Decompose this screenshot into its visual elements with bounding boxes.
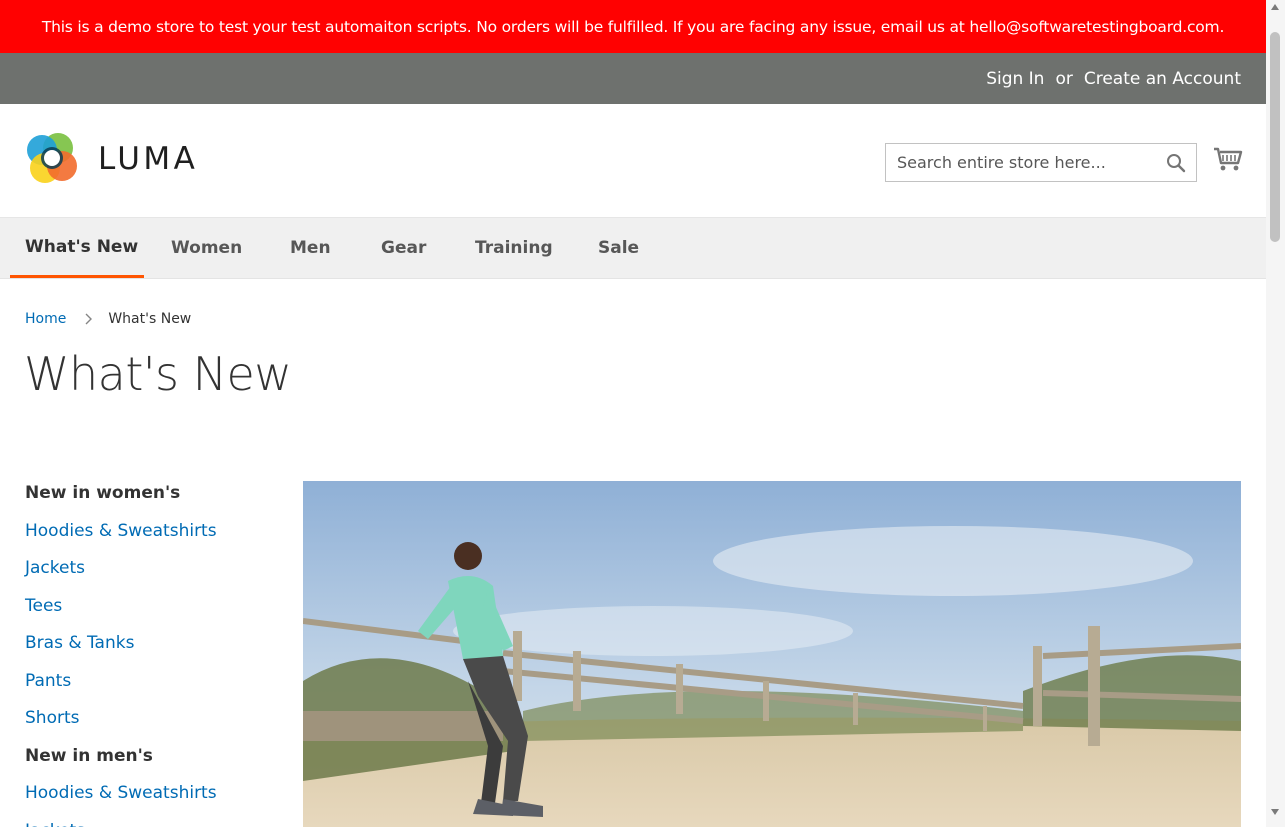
breadcrumb: Home What's New	[25, 311, 191, 327]
search-box	[885, 143, 1197, 182]
demo-store-banner: This is a demo store to test your test a…	[0, 0, 1266, 53]
page-title: What's New	[24, 347, 292, 401]
womens-heading: New in women's	[25, 483, 181, 503]
sidebar-link-women-jackets[interactable]: Jackets	[25, 555, 285, 593]
nav-item-label: Training	[475, 238, 553, 258]
sidebar-link-men-jackets[interactable]: Jackets	[25, 818, 285, 827]
luma-logo[interactable]: LUMA	[25, 131, 198, 186]
sidebar-link-women-hoodies[interactable]: Hoodies & Sweatshirts	[25, 518, 285, 556]
main-navigation: What's New Women Men Gear Training Sale	[0, 217, 1266, 279]
nav-item-sale[interactable]: Sale	[598, 218, 639, 278]
logo-text: LUMA	[98, 140, 199, 177]
search-icon[interactable]	[1166, 153, 1186, 173]
site-header: LUMA	[0, 104, 1266, 217]
sidebar-link-women-shorts[interactable]: Shorts	[25, 705, 285, 743]
nav-item-whats-new[interactable]: What's New	[10, 218, 144, 278]
cart-icon[interactable]	[1213, 144, 1243, 174]
sidebar-categories: New in women's Hoodies & Sweatshirts Jac…	[25, 480, 285, 827]
create-account-link[interactable]: Create an Account	[1084, 69, 1241, 89]
sidebar-link-women-pants[interactable]: Pants	[25, 668, 285, 706]
nav-item-label: Women	[171, 238, 243, 258]
scroll-up-icon[interactable]	[1271, 4, 1279, 10]
search-input[interactable]	[886, 144, 1151, 181]
nav-item-training[interactable]: Training	[475, 218, 553, 278]
sidebar-link-women-tees[interactable]: Tees	[25, 593, 285, 631]
luma-logo-icon	[27, 133, 77, 183]
sidebar-link-men-hoodies[interactable]: Hoodies & Sweatshirts	[25, 780, 285, 818]
account-links: Sign In or Create an Account	[986, 53, 1241, 104]
sign-in-link[interactable]: Sign In	[986, 69, 1044, 89]
demo-banner-text: This is a demo store to test your test a…	[41, 17, 1225, 36]
panel-header: Sign In or Create an Account	[0, 53, 1266, 104]
nav-item-label: What's New	[25, 236, 139, 257]
sidebar-link-women-bras-tanks[interactable]: Bras & Tanks	[25, 630, 285, 668]
nav-item-men[interactable]: Men	[290, 218, 331, 278]
chevron-right-icon	[85, 313, 93, 325]
scrollbar-thumb[interactable]	[1270, 32, 1280, 242]
nav-item-label: Men	[290, 238, 331, 258]
or-separator: or	[1055, 68, 1073, 89]
breadcrumb-home-link[interactable]: Home	[25, 311, 66, 327]
nav-item-label: Sale	[598, 238, 640, 258]
nav-item-women[interactable]: Women	[171, 218, 242, 278]
beach-fence-photo	[303, 481, 1241, 827]
page-scrollbar[interactable]	[1266, 0, 1285, 827]
nav-item-gear[interactable]: Gear	[381, 218, 426, 278]
hero-banner-image[interactable]	[303, 481, 1241, 827]
scroll-down-icon[interactable]	[1271, 809, 1279, 815]
nav-item-label: Gear	[381, 238, 427, 258]
breadcrumb-current: What's New	[108, 311, 192, 327]
mens-heading: New in men's	[25, 745, 153, 766]
